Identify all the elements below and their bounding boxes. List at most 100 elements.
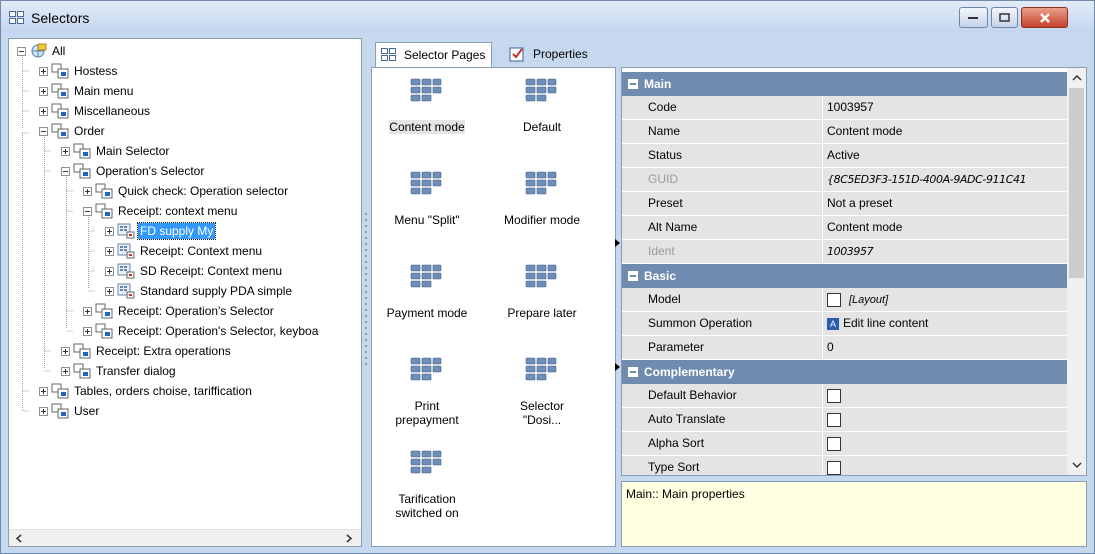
page-item-default[interactable]: Default — [487, 68, 597, 148]
prop-row-type-sort[interactable]: Type Sort — [622, 456, 1068, 475]
minimize-button[interactable] — [959, 7, 988, 28]
tree-horizontal-scrollbar[interactable] — [9, 529, 361, 546]
prop-row-ident[interactable]: Ident 1003957 — [622, 240, 1068, 264]
expand-icon[interactable] — [105, 286, 114, 296]
prop-value[interactable]: Edit line content — [843, 316, 928, 330]
page-item-modifier-mode[interactable]: Modifier mode — [487, 161, 597, 241]
page-item-selector-dosi[interactable]: Selector "Dosi... — [487, 347, 597, 427]
tree-item[interactable]: Quick check: Operation selector — [83, 181, 290, 201]
tree-item[interactable]: Receipt: Context menu — [105, 241, 264, 261]
prop-value[interactable]: 0 — [823, 336, 1068, 359]
selector-tree[interactable]: All Hostess Main menu Miscellaneous Orde… — [8, 38, 362, 547]
selector-pages-panel[interactable]: Content mode Default Menu "Split" Modifi… — [371, 67, 616, 547]
prop-value[interactable]: Active — [823, 144, 1068, 167]
pane-splitter[interactable] — [363, 38, 369, 547]
expand-icon[interactable] — [105, 246, 114, 256]
auto-translate-checkbox[interactable] — [827, 412, 841, 427]
scroll-right-icon[interactable] — [345, 534, 353, 543]
tree-item[interactable]: Receipt: Extra operations — [61, 341, 233, 361]
default-behavior-checkbox[interactable] — [827, 388, 841, 403]
category-complementary[interactable]: Complementary — [622, 360, 1068, 384]
page-item-menu-split[interactable]: Menu "Split" — [372, 161, 482, 241]
expand-icon[interactable] — [61, 346, 70, 356]
prop-key: GUID — [642, 168, 822, 191]
expand-icon[interactable] — [61, 366, 70, 376]
expand-icon[interactable] — [39, 386, 48, 396]
expand-icon[interactable] — [83, 186, 92, 196]
page-item-prepare-later[interactable]: Prepare later — [487, 254, 597, 334]
prop-row-model[interactable]: Model [Layout] — [622, 288, 1068, 312]
prop-row-alpha-sort[interactable]: Alpha Sort — [622, 432, 1068, 456]
alpha-sort-checkbox[interactable] — [827, 436, 841, 451]
prop-row-code[interactable]: Code 1003957 — [622, 96, 1068, 120]
close-button[interactable] — [1021, 7, 1068, 28]
selector-node-icon — [73, 143, 91, 159]
prop-value[interactable]: Content mode — [823, 120, 1068, 143]
expand-icon[interactable] — [105, 266, 114, 276]
tree-item[interactable]: Transfer dialog — [61, 361, 178, 381]
collapse-category-icon[interactable] — [628, 367, 638, 377]
prop-row-name[interactable]: Name Content mode — [622, 120, 1068, 144]
expand-icon[interactable] — [39, 106, 48, 116]
prop-row-auto-translate[interactable]: Auto Translate — [622, 408, 1068, 432]
prop-value[interactable]: 1003957 — [823, 96, 1068, 119]
selector-node-icon — [73, 163, 91, 179]
tree-item[interactable]: Miscellaneous — [39, 101, 152, 121]
prop-row-status[interactable]: Status Active — [622, 144, 1068, 168]
type-sort-checkbox[interactable] — [827, 460, 841, 475]
category-main[interactable]: Main — [622, 72, 1068, 96]
tree-item[interactable]: Main Selector — [61, 141, 171, 161]
tree-item[interactable]: Receipt: context menu — [83, 201, 239, 221]
collapse-icon[interactable] — [17, 46, 26, 56]
collapse-category-icon[interactable] — [628, 79, 638, 89]
collapse-category-icon[interactable] — [628, 271, 638, 281]
tree-item[interactable]: Main menu — [39, 81, 135, 101]
page-item-payment-mode[interactable]: Payment mode — [372, 254, 482, 334]
tree-item-selected[interactable]: FD supply My — [105, 221, 217, 241]
scroll-thumb[interactable] — [1069, 88, 1084, 278]
expand-icon[interactable] — [39, 66, 48, 76]
prop-row-guid[interactable]: GUID {8C5ED3F3-151D-400A-9ADC-911C41 — [622, 168, 1068, 192]
tab-properties[interactable]: Properties — [505, 42, 594, 66]
tree-item[interactable]: Receipt: Operation's Selector — [83, 301, 276, 321]
prop-value: {8C5ED3F3-151D-400A-9ADC-911C41 — [823, 168, 1068, 191]
model-checkbox[interactable] — [827, 292, 841, 307]
expand-icon[interactable] — [39, 86, 48, 96]
collapse-icon[interactable] — [61, 166, 70, 176]
tree-item[interactable]: Order — [39, 121, 107, 141]
collapse-icon[interactable] — [39, 126, 48, 136]
expand-icon[interactable] — [83, 326, 92, 336]
title-bar[interactable]: Selectors — [1, 1, 1094, 33]
prop-row-preset[interactable]: Preset Not a preset — [622, 192, 1068, 216]
prop-value[interactable]: Not a preset — [823, 192, 1068, 215]
tree-item[interactable]: Tables, orders choise, tariffication — [39, 381, 254, 401]
page-item-content-mode[interactable]: Content mode — [372, 68, 482, 148]
tree-item[interactable]: Standard supply PDA simple — [105, 281, 294, 301]
tree-item[interactable]: SD Receipt: Context menu — [105, 261, 284, 281]
tree-item[interactable]: Receipt: Operation's Selector, keyboa — [83, 321, 320, 341]
expand-icon[interactable] — [105, 226, 114, 236]
expand-icon[interactable] — [83, 306, 92, 316]
expand-icon[interactable] — [39, 406, 48, 416]
maximize-button[interactable] — [991, 7, 1018, 28]
prop-row-parameter[interactable]: Parameter 0 — [622, 336, 1068, 360]
tree-item[interactable]: All — [17, 41, 67, 61]
scroll-down-icon[interactable] — [1072, 462, 1082, 469]
prop-row-alt-name[interactable]: Alt Name Content mode — [622, 216, 1068, 240]
page-item-tarification[interactable]: Tarification switched on — [372, 440, 482, 520]
scroll-left-icon[interactable] — [15, 534, 23, 543]
tree-item[interactable]: Hostess — [39, 61, 119, 81]
category-basic[interactable]: Basic — [622, 264, 1068, 288]
tree-item[interactable]: Operation's Selector — [61, 161, 206, 181]
prop-row-summon-operation[interactable]: Summon Operation A Edit line content — [622, 312, 1068, 336]
expand-icon[interactable] — [61, 146, 70, 156]
prop-value[interactable]: Content mode — [823, 216, 1068, 239]
collapse-icon[interactable] — [83, 206, 92, 216]
property-grid[interactable]: Main Code 1003957 Name Content mode Status… — [621, 67, 1087, 476]
scroll-up-icon[interactable] — [1072, 74, 1082, 81]
page-item-print-prepayment[interactable]: Print prepayment — [372, 347, 482, 427]
props-vertical-scrollbar[interactable] — [1067, 68, 1086, 475]
prop-row-default-behavior[interactable]: Default Behavior — [622, 384, 1068, 408]
tab-selector-pages[interactable]: Selector Pages — [375, 42, 493, 67]
tree-item[interactable]: User — [39, 401, 101, 421]
